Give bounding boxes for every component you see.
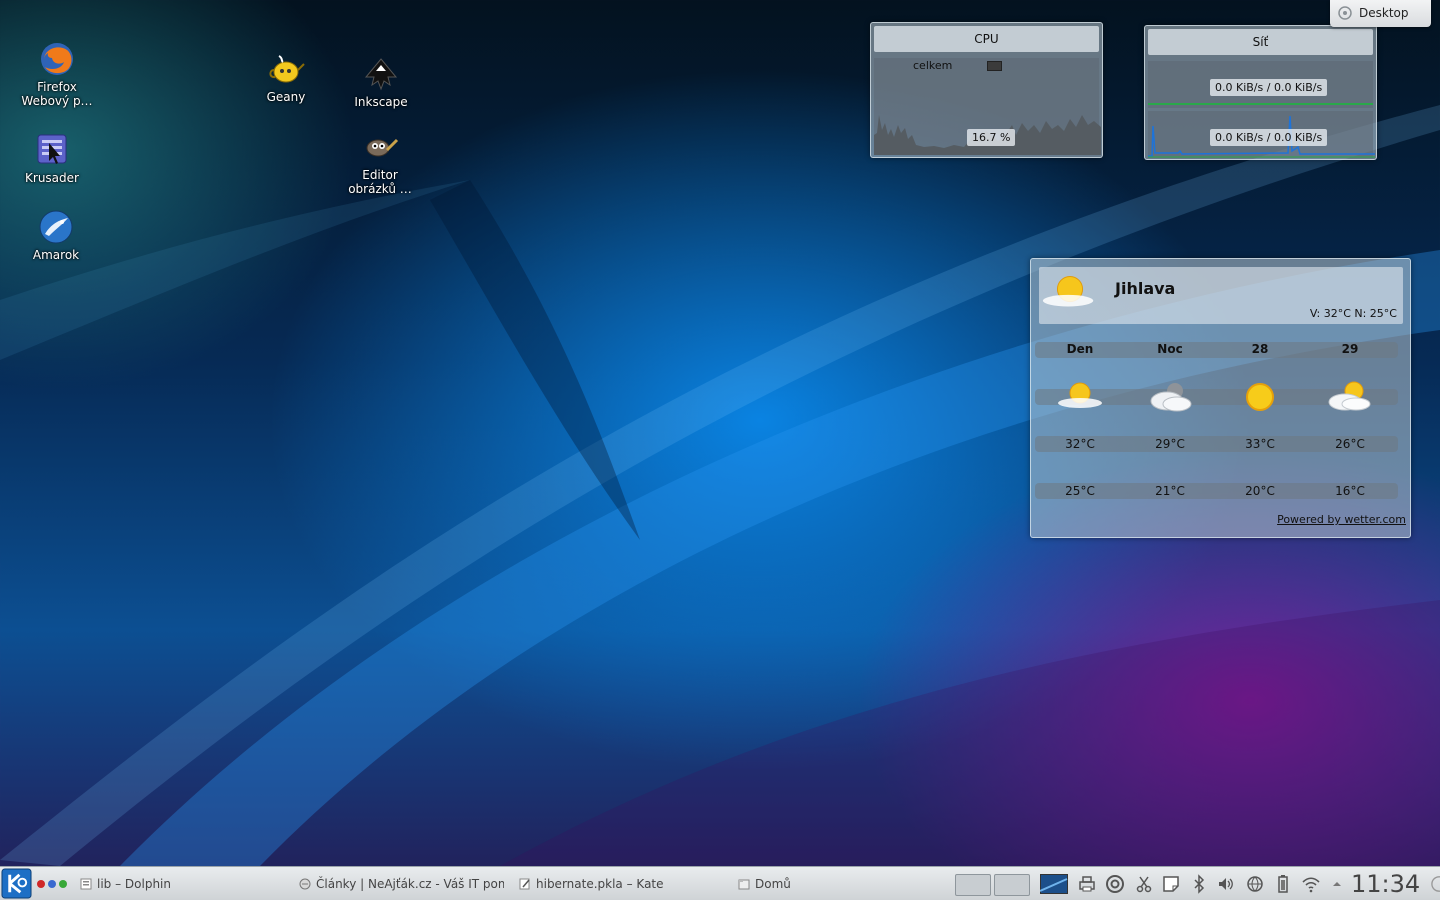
desktop-icon-label: Inkscape bbox=[354, 95, 408, 109]
weather-high-temp: 29°C bbox=[1155, 437, 1185, 451]
desktop-icon-krusader[interactable]: Krusader bbox=[7, 131, 97, 185]
krusader-icon bbox=[37, 134, 67, 164]
desktop-icon-firefox[interactable]: Firefox Webový p… bbox=[12, 40, 102, 108]
battery-icon[interactable] bbox=[1273, 874, 1293, 894]
clipboard-scissors-icon[interactable] bbox=[1134, 874, 1154, 894]
kate-icon bbox=[519, 878, 530, 890]
taskbar-panel: lib – Dolphin Články | NeAjťák.cz - Váš … bbox=[0, 866, 1440, 900]
network-connection-icon[interactable] bbox=[1245, 874, 1265, 894]
weather-city: Jihlava bbox=[1115, 279, 1176, 298]
partly-cloudy-sun-icon bbox=[1058, 382, 1102, 408]
network-row2-value: 0.0 KiB/s / 0.0 KiB/s bbox=[1210, 129, 1328, 146]
desktop-icon-label: Firefox bbox=[37, 80, 77, 94]
task-label: lib – Dolphin bbox=[97, 877, 171, 891]
desktop-icon-amarok[interactable]: Amarok bbox=[11, 208, 101, 262]
task-label: Domů bbox=[755, 877, 791, 891]
activity-manager-icon[interactable] bbox=[36, 877, 70, 891]
weather-provider-link[interactable]: Powered by wetter.com bbox=[1277, 513, 1406, 526]
digital-clock[interactable]: 11:34 bbox=[1351, 867, 1420, 900]
amarok-icon bbox=[39, 210, 73, 244]
desktop-icon-label-2: Webový p… bbox=[21, 94, 93, 108]
cpu-value-label: 16.7 % bbox=[967, 129, 1016, 146]
cpu-graph-area: celkem 16.7 % bbox=[874, 58, 1101, 155]
weather-header: Jihlava V: 32°C N: 25°C bbox=[1039, 267, 1403, 324]
network-row1-value: 0.0 KiB/s / 0.0 KiB/s bbox=[1210, 79, 1328, 96]
volume-icon[interactable] bbox=[1216, 874, 1236, 894]
weather-day-label: Noc bbox=[1157, 342, 1183, 356]
gimp-icon bbox=[366, 138, 399, 157]
tray-expand-icon[interactable] bbox=[1327, 874, 1347, 894]
partly-cloudy-sun-icon bbox=[1042, 276, 1094, 307]
weather-day-label: 28 bbox=[1251, 342, 1269, 356]
cpu-widget-title: CPU bbox=[874, 26, 1099, 52]
printer-icon[interactable] bbox=[1077, 874, 1097, 894]
network-graph-area-2: 0.0 KiB/s / 0.0 KiB/s bbox=[1148, 111, 1375, 158]
weather-widget[interactable]: Jihlava V: 32°C N: 25°C Den Noc 28 29 32… bbox=[1030, 258, 1411, 538]
desktop-icon-label: Geany bbox=[266, 90, 306, 104]
pager-desktop-2[interactable] bbox=[994, 874, 1030, 896]
network-widget-title: Síť bbox=[1148, 29, 1373, 55]
plasma-toolbox-icon bbox=[1338, 6, 1352, 20]
desktop-button-label: Desktop bbox=[1359, 6, 1409, 20]
weather-day-label: Den bbox=[1066, 342, 1094, 356]
dolphin-icon bbox=[80, 878, 92, 890]
network-monitor-widget[interactable]: Síť 0.0 KiB/s / 0.0 KiB/s 0.0 KiB/s / 0.… bbox=[1144, 25, 1377, 160]
geany-icon bbox=[269, 55, 305, 83]
kde-menu-icon[interactable] bbox=[1, 868, 32, 899]
desktop-icon-label: Editor bbox=[362, 168, 398, 182]
notes-icon[interactable] bbox=[1161, 874, 1181, 894]
network-line-green bbox=[1148, 103, 1373, 105]
folder-icon bbox=[738, 879, 750, 890]
bluetooth-icon[interactable] bbox=[1189, 874, 1209, 894]
cpu-history-graph bbox=[874, 115, 1101, 155]
desktop-icon-gimp[interactable]: Editor obrázků … bbox=[335, 128, 425, 196]
weather-day-label: 29 bbox=[1341, 342, 1359, 356]
task-label: hibernate.pkla – Kate bbox=[536, 877, 664, 891]
cpu-legend-label: celkem bbox=[913, 59, 953, 72]
weather-low-temp: 25°C bbox=[1065, 484, 1095, 498]
weather-low-temp: 21°C bbox=[1155, 484, 1185, 498]
panel-toolbox-icon[interactable] bbox=[1431, 874, 1440, 894]
weather-high-temp: 32°C bbox=[1065, 437, 1095, 451]
cloudy-moon-icon bbox=[1150, 383, 1192, 412]
browser-icon bbox=[299, 878, 311, 890]
weather-today-hi-lo: V: 32°C N: 25°C bbox=[1309, 307, 1397, 320]
wifi-icon[interactable] bbox=[1301, 874, 1321, 894]
desktop-icon-geany[interactable]: Geany bbox=[241, 50, 331, 104]
weather-low-temp: 20°C bbox=[1245, 484, 1275, 498]
task-browser[interactable]: Články | NeAjťák.cz - Váš IT pomoc bbox=[299, 867, 504, 900]
desktop-icon-inkscape[interactable]: Inkscape bbox=[336, 55, 426, 109]
weather-high-temp: 33°C bbox=[1245, 437, 1275, 451]
task-label: Články | NeAjťák.cz - Váš IT pomoc bbox=[316, 877, 504, 891]
pager-desktop-1[interactable] bbox=[955, 874, 991, 896]
weather-high-temp: 26°C bbox=[1335, 437, 1365, 451]
desktop-icon-label: Amarok bbox=[32, 248, 80, 262]
cpu-monitor-widget[interactable]: CPU celkem 16.7 % bbox=[870, 22, 1103, 158]
desktop-icon-label: Krusader bbox=[25, 171, 79, 185]
inkscape-icon bbox=[364, 58, 398, 91]
network-graph-area-1: 0.0 KiB/s / 0.0 KiB/s bbox=[1148, 61, 1373, 108]
help-lifebuoy-icon[interactable] bbox=[1105, 874, 1125, 894]
task-home-folder[interactable]: Domů bbox=[738, 867, 938, 900]
sun-icon bbox=[1246, 383, 1274, 411]
partly-cloudy-sun-icon bbox=[1328, 381, 1371, 411]
desktop-icon-label-2: obrázků … bbox=[348, 182, 412, 196]
show-desktop-icon[interactable] bbox=[1040, 874, 1068, 894]
task-dolphin[interactable]: lib – Dolphin bbox=[80, 867, 280, 900]
desktop-toolbox-button[interactable]: Desktop bbox=[1330, 0, 1431, 27]
cpu-legend-swatch bbox=[987, 61, 1002, 71]
weather-low-temp: 16°C bbox=[1335, 484, 1365, 498]
firefox-icon bbox=[41, 43, 73, 75]
task-kate[interactable]: hibernate.pkla – Kate bbox=[519, 867, 719, 900]
